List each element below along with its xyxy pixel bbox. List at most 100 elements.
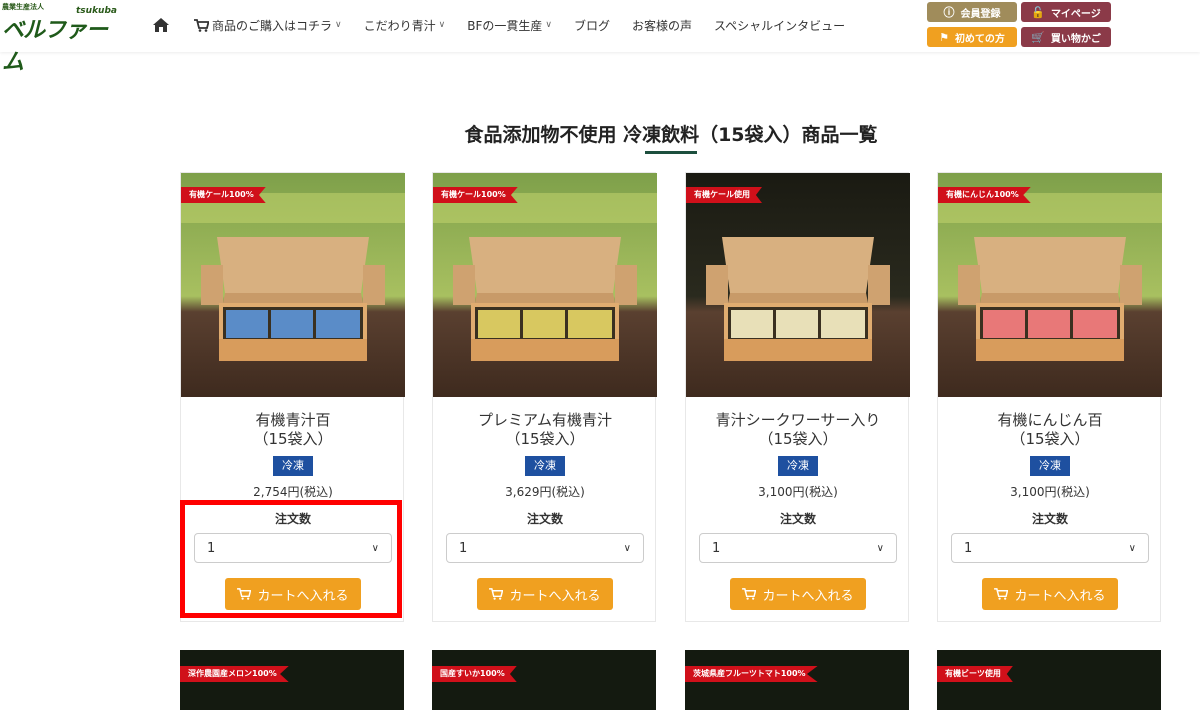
category-badge: 冷凍 bbox=[778, 456, 818, 476]
register-button[interactable]: ⓘ 会員登録 bbox=[927, 2, 1017, 22]
product-badge: 有機ビーツ使用 bbox=[937, 666, 1013, 682]
nav-item-production-label: BFの一貫生産 bbox=[467, 18, 543, 33]
add-to-cart-label: カートへ入れる bbox=[509, 588, 601, 604]
product-name-line1: 有機青汁百 bbox=[255, 411, 331, 429]
product-card: 有機にんじん100% 有機にんじん百 （15袋入） 冷凍 3,100円(税込) … bbox=[937, 172, 1162, 622]
category-badge: 冷凍 bbox=[1030, 456, 1070, 476]
product-card: 有機ケール100% プレミアム有機青汁 （15袋入） 冷凍 3,629円(税込)… bbox=[432, 172, 657, 622]
product-name-line2: （15袋入） bbox=[1010, 430, 1090, 448]
chevron-down-icon: ∨ bbox=[623, 542, 631, 554]
home-icon[interactable] bbox=[152, 17, 170, 33]
chevron-down-icon: ∨ bbox=[876, 542, 884, 554]
product-card[interactable]: 有機ビーツ使用 bbox=[937, 650, 1161, 710]
product-badge: 有機ケール100% bbox=[181, 187, 266, 203]
mypage-button-label: マイページ bbox=[1050, 8, 1101, 20]
shopping-cart-button[interactable]: 🛒 買い物かご bbox=[1021, 27, 1111, 47]
product-price: 3,100円(税込) bbox=[1010, 485, 1090, 499]
nav-item-aojiru[interactable]: こだわり青汁 ∨ bbox=[364, 17, 446, 34]
product-name-line2: （15袋入） bbox=[758, 430, 838, 448]
first-time-button[interactable]: ⚑ 初めての方 bbox=[927, 27, 1017, 47]
product-badge: 深作農園産メロン100% bbox=[180, 666, 289, 682]
product-card[interactable]: 深作農園産メロン100% bbox=[180, 650, 404, 710]
quantity-value: 1 bbox=[459, 540, 468, 556]
product-photo bbox=[433, 173, 657, 397]
chevron-down-icon: ∨ bbox=[438, 20, 446, 30]
product-name[interactable]: 青汁シークワーサー入り （15袋入） bbox=[686, 411, 910, 449]
product-name[interactable]: プレミアム有機青汁 （15袋入） bbox=[433, 411, 657, 449]
chevron-down-icon: ∨ bbox=[335, 20, 342, 30]
product-badge: 茨城県産フルーツトマト100% bbox=[685, 666, 818, 682]
nav-item-blog[interactable]: ブログ bbox=[574, 17, 610, 34]
nav-item-interview[interactable]: スペシャルインタビュー bbox=[714, 17, 845, 34]
quantity-select[interactable]: 1 ∨ bbox=[951, 533, 1149, 563]
nav-item-voices-label: お客様の声 bbox=[631, 18, 692, 33]
cart-icon bbox=[489, 588, 504, 600]
nav-item-blog-label: ブログ bbox=[573, 18, 610, 33]
category-badge: 冷凍 bbox=[273, 456, 313, 476]
chevron-down-icon: ∨ bbox=[1128, 542, 1136, 554]
mypage-button[interactable]: 🔓 マイページ bbox=[1021, 2, 1111, 22]
product-price: 3,629円(税込) bbox=[505, 485, 585, 499]
quantity-label: 注文数 bbox=[1031, 512, 1068, 526]
register-icon: ⓘ bbox=[943, 6, 955, 19]
lock-icon: 🔓 bbox=[1031, 5, 1045, 19]
product-image[interactable]: 有機ケール使用 bbox=[686, 173, 910, 397]
quantity-value: 1 bbox=[964, 540, 973, 556]
logo-corp-label: 農業生産法人 bbox=[2, 3, 44, 11]
chevron-down-icon: ∨ bbox=[545, 20, 552, 30]
highlight-box bbox=[180, 500, 402, 618]
site-logo[interactable]: 農業生産法人 tsukuba ベルファーム bbox=[2, 2, 127, 75]
product-photo bbox=[181, 173, 405, 397]
product-name-line2: （15袋入） bbox=[253, 430, 333, 448]
product-price: 2,754円(税込) bbox=[253, 485, 333, 499]
page-title: 食品添加物不使用 冷凍飲料（15袋入）商品一覧 bbox=[464, 124, 878, 146]
product-price: 3,100円(税込) bbox=[758, 485, 838, 499]
product-badge: 有機ケール100% bbox=[433, 187, 518, 203]
cart-icon bbox=[194, 18, 209, 32]
cart-icon: 🛒 bbox=[1031, 30, 1045, 44]
nav-item-products-label: 商品のご購入はコチラ bbox=[212, 18, 333, 33]
nav-item-products[interactable]: 商品のご購入はコチラ ∨ bbox=[194, 17, 342, 34]
cart-icon bbox=[994, 588, 1009, 600]
product-name-line1: 青汁シークワーサー入り bbox=[715, 411, 881, 429]
product-image[interactable]: 有機にんじん100% bbox=[938, 173, 1162, 397]
nav-item-production[interactable]: BFの一貫生産 ∨ bbox=[467, 17, 552, 34]
quantity-select[interactable]: 1 ∨ bbox=[699, 533, 897, 563]
quantity-label: 注文数 bbox=[779, 512, 816, 526]
logo-main-label: ベルファーム bbox=[2, 18, 108, 75]
product-name-line2: （15袋入） bbox=[505, 430, 585, 448]
add-to-cart-label: カートへ入れる bbox=[1014, 588, 1106, 604]
nav-item-aojiru-label: こだわり青汁 bbox=[363, 18, 436, 33]
nav-item-interview-label: スペシャルインタビュー bbox=[713, 18, 846, 33]
nav-item-voices[interactable]: お客様の声 bbox=[632, 17, 692, 34]
product-photo bbox=[686, 173, 910, 397]
product-badge: 国産すいか100% bbox=[432, 666, 517, 682]
product-name-line1: 有機にんじん百 bbox=[997, 411, 1103, 429]
product-photo bbox=[938, 173, 1162, 397]
product-image[interactable]: 有機ケール100% bbox=[433, 173, 657, 397]
add-to-cart-button[interactable]: カートへ入れる bbox=[477, 578, 613, 610]
site-header: 農業生産法人 tsukuba ベルファーム 商品のご購入はコチラ ∨ こだわり青… bbox=[0, 0, 1200, 75]
shopping-cart-button-label: 買い物かご bbox=[1050, 33, 1101, 45]
product-name[interactable]: 有機青汁百 （15袋入） bbox=[181, 411, 405, 449]
register-button-label: 会員登録 bbox=[960, 8, 1001, 20]
add-to-cart-label: カートへ入れる bbox=[762, 588, 854, 604]
quantity-value: 1 bbox=[712, 540, 721, 556]
product-badge: 有機ケール使用 bbox=[686, 187, 762, 203]
cart-icon bbox=[742, 588, 757, 600]
signpost-icon: ⚑ bbox=[939, 30, 949, 44]
product-name[interactable]: 有機にんじん百 （15袋入） bbox=[938, 411, 1162, 449]
product-card: 有機ケール使用 青汁シークワーサー入り （15袋入） 冷凍 3,100円(税込)… bbox=[685, 172, 910, 622]
add-to-cart-button[interactable]: カートへ入れる bbox=[730, 578, 866, 610]
title-underline bbox=[645, 151, 697, 154]
category-badge: 冷凍 bbox=[525, 456, 565, 476]
first-time-button-label: 初めての方 bbox=[954, 33, 1005, 45]
add-to-cart-button[interactable]: カートへ入れる bbox=[982, 578, 1118, 610]
product-badge: 有機にんじん100% bbox=[938, 187, 1031, 203]
product-image[interactable]: 有機ケール100% bbox=[181, 173, 405, 397]
product-name-line1: プレミアム有機青汁 bbox=[478, 411, 612, 429]
main-nav: 商品のご購入はコチラ ∨ こだわり青汁 ∨ BFの一貫生産 ∨ ブログ お客様の… bbox=[152, 14, 867, 36]
quantity-select[interactable]: 1 ∨ bbox=[446, 533, 644, 563]
product-card[interactable]: 茨城県産フルーツトマト100% bbox=[685, 650, 909, 710]
product-card[interactable]: 国産すいか100% bbox=[432, 650, 656, 710]
